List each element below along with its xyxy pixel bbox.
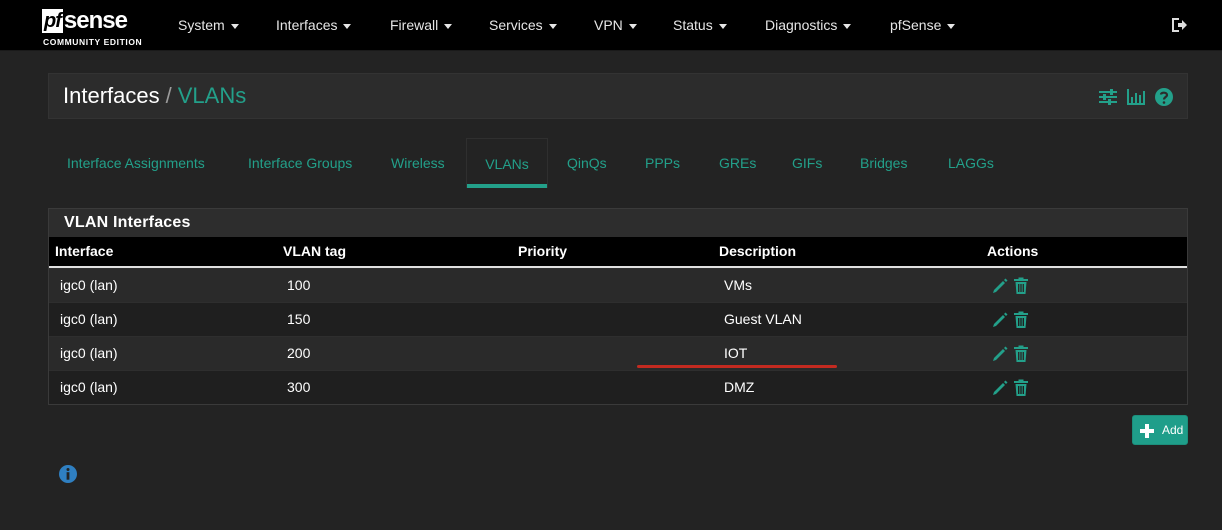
nav-system[interactable]: System — [178, 0, 239, 50]
tab-gres[interactable]: GREs — [719, 138, 756, 188]
nav-label: Status — [673, 17, 713, 33]
add-button-label: Add — [1162, 423, 1184, 437]
logo-wordmark: pf sense — [42, 6, 128, 36]
column-priority: Priority — [518, 243, 568, 259]
pencil-icon[interactable] — [991, 379, 1009, 397]
column-interface: Interface — [55, 243, 114, 259]
caret-down-icon — [947, 23, 956, 29]
pencil-icon[interactable] — [991, 311, 1009, 329]
nav-label: Interfaces — [276, 17, 338, 33]
cell-description: Guest VLAN — [724, 311, 802, 327]
cell-vlan-tag: 200 — [287, 345, 311, 361]
interface-tabs: Interface Assignments Interface Groups W… — [48, 138, 1188, 188]
nav-diagnostics[interactable]: Diagnostics — [765, 0, 852, 50]
panel-title: VLAN Interfaces — [49, 209, 1187, 237]
pencil-icon[interactable] — [991, 345, 1009, 363]
nav-label: Services — [489, 17, 543, 33]
nav-services[interactable]: Services — [489, 0, 557, 50]
logout-icon[interactable] — [1170, 16, 1188, 34]
top-navbar: pf sense COMMUNITY EDITION System Interfa… — [0, 0, 1222, 51]
nav-label: System — [178, 17, 225, 33]
caret-down-icon — [548, 23, 557, 29]
table-row: igc0 (lan) 150 Guest VLAN — [49, 302, 1187, 336]
nav-label: pfSense — [890, 17, 942, 33]
nav-vpn[interactable]: VPN — [594, 0, 637, 50]
table-row: igc0 (lan) 200 IOT — [49, 336, 1187, 370]
tab-wireless[interactable]: Wireless — [391, 138, 445, 188]
plus-icon — [1140, 424, 1154, 438]
caret-down-icon — [230, 23, 239, 29]
tab-qinqs[interactable]: QinQs — [567, 138, 607, 188]
caret-down-icon — [628, 23, 637, 29]
tab-ppps[interactable]: PPPs — [645, 138, 680, 188]
table-row: igc0 (lan) 300 DMZ — [49, 370, 1187, 404]
breadcrumb-vlans[interactable]: VLANs — [178, 83, 246, 108]
table-row: igc0 (lan) 100 VMs — [49, 268, 1187, 302]
breadcrumb: Interfaces / VLANs — [63, 74, 246, 120]
annotation-underline — [637, 365, 837, 368]
logo-sense: sense — [63, 7, 128, 34]
vlan-interfaces-panel: VLAN Interfaces Interface VLAN tag Prior… — [48, 208, 1188, 405]
cell-interface: igc0 (lan) — [60, 311, 118, 327]
trash-icon[interactable] — [1012, 277, 1030, 295]
nav-interfaces[interactable]: Interfaces — [276, 0, 352, 50]
pencil-icon[interactable] — [991, 277, 1009, 295]
nav-label: VPN — [594, 17, 623, 33]
column-vlan-tag: VLAN tag — [283, 243, 346, 259]
caret-down-icon — [343, 23, 352, 29]
logo-edition: COMMUNITY EDITION — [43, 37, 143, 47]
tab-gifs[interactable]: GIFs — [792, 138, 822, 188]
sliders-icon[interactable] — [1098, 88, 1118, 106]
add-vlan-button[interactable]: Add — [1132, 415, 1188, 445]
help-icon[interactable] — [1154, 87, 1174, 107]
bar-chart-icon[interactable] — [1126, 88, 1146, 106]
tab-vlans-label: VLANs — [485, 156, 529, 172]
active-tab-indicator — [467, 184, 547, 188]
cell-vlan-tag: 100 — [287, 277, 311, 293]
tab-interface-assignments[interactable]: Interface Assignments — [67, 138, 205, 188]
cell-vlan-tag: 150 — [287, 311, 311, 327]
column-description: Description — [719, 243, 797, 259]
caret-down-icon — [718, 23, 727, 29]
nav-pfsense[interactable]: pfSense — [890, 0, 956, 50]
breadcrumb-separator: / — [165, 83, 172, 108]
tab-interface-groups[interactable]: Interface Groups — [248, 138, 352, 188]
caret-down-icon — [843, 23, 852, 29]
trash-icon[interactable] — [1012, 379, 1030, 397]
table-header: Interface VLAN tag Priority Description … — [49, 237, 1187, 268]
tab-vlans[interactable]: VLANs — [466, 138, 548, 188]
column-actions: Actions — [987, 243, 1039, 259]
pfsense-logo[interactable]: pf sense COMMUNITY EDITION — [42, 6, 152, 48]
cell-vlan-tag: 300 — [287, 379, 311, 395]
trash-icon[interactable] — [1012, 311, 1030, 329]
cell-interface: igc0 (lan) — [60, 345, 118, 361]
page-header: Interfaces / VLANs — [48, 73, 1188, 119]
nav-label: Diagnostics — [765, 17, 838, 33]
cell-interface: igc0 (lan) — [60, 277, 118, 293]
logo-pf: pf — [42, 9, 63, 33]
tab-bridges[interactable]: Bridges — [860, 138, 907, 188]
nav-status[interactable]: Status — [673, 0, 727, 50]
nav-firewall[interactable]: Firewall — [390, 0, 453, 50]
breadcrumb-interfaces[interactable]: Interfaces — [63, 83, 160, 108]
cell-interface: igc0 (lan) — [60, 379, 118, 395]
tab-laggs[interactable]: LAGGs — [948, 138, 994, 188]
cell-description: DMZ — [724, 379, 755, 395]
info-icon[interactable] — [58, 464, 78, 484]
trash-icon[interactable] — [1012, 345, 1030, 363]
nav-label: Firewall — [390, 17, 439, 33]
caret-down-icon — [444, 23, 453, 29]
cell-description: VMs — [724, 277, 752, 293]
